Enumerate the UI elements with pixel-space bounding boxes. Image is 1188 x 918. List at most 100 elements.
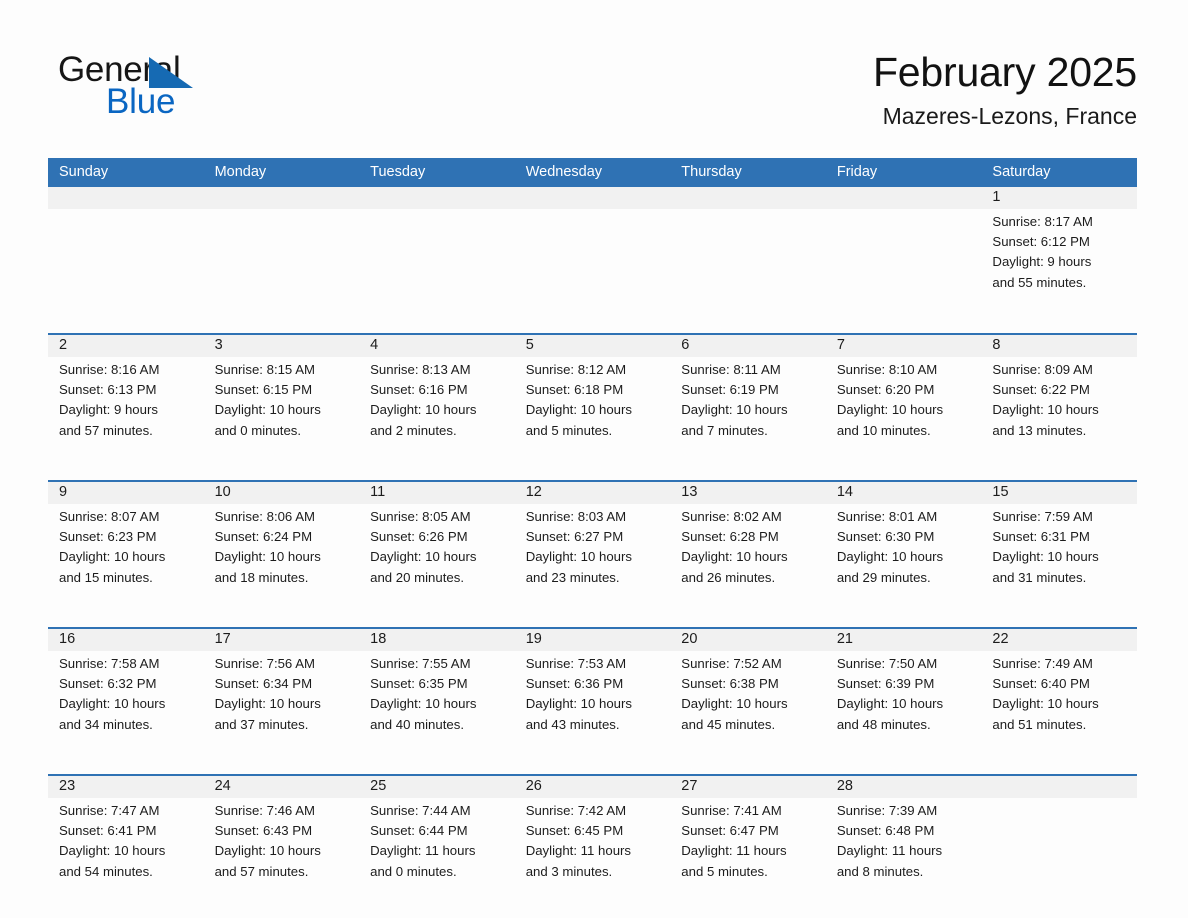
calendar-page: General Blue February 2025 Mazeres-Lezon…	[0, 0, 1188, 918]
calendar-day-cell[interactable]: 3 Sunrise: 8:15 AM Sunset: 6:15 PM Daylight…	[204, 335, 360, 471]
daylight-text-line1: Daylight: 10 hours	[836, 549, 944, 565]
calendar-day-cell[interactable]: 4 Sunrise: 8:13 AM Sunset: 6:16 PM Daylight…	[359, 335, 515, 471]
sunset-text: Sunset: 6:27 PM	[525, 529, 624, 545]
day-sun-info: Sunrise: 8:01 AM Sunset: 6:30 PM Daylight:…	[837, 507, 972, 588]
calendar-day-cell[interactable]: 13 Sunrise: 8:02 AM Sunset: 6:28 PM Dayligh…	[670, 482, 826, 618]
calendar-day-cell[interactable]: 19 Sunrise: 7:53 AM Sunset: 6:36 PM Dayligh…	[515, 629, 671, 765]
day-number: 8	[992, 337, 1001, 353]
calendar-day-cell[interactable]: 10 Sunrise: 8:06 AM Sunset: 6:24 PM Dayligh…	[204, 482, 360, 618]
calendar-day-cell[interactable]: 22 Sunrise: 7:49 AM Sunset: 6:40 PM Dayligh…	[981, 629, 1137, 765]
sunset-text: Sunset: 6:19 PM	[681, 382, 779, 398]
calendar-day-cell[interactable]: 9 Sunrise: 8:07 AM Sunset: 6:23 PM Daylight…	[48, 482, 204, 618]
sunset-text: Sunset: 6:31 PM	[992, 529, 1090, 545]
sunrise-text: Sunrise: 8:10 AM	[836, 362, 938, 377]
calendar-day-cell[interactable]: 16 Sunrise: 7:58 AM Sunset: 6:32 PM Dayligh…	[48, 629, 204, 765]
calendar-day-cell[interactable]: 23 Sunrise: 7:47 AM Sunset: 6:41 PM Dayligh…	[48, 776, 204, 912]
weekday-friday: Friday	[836, 164, 878, 180]
calendar-week-row: 2 Sunrise: 8:16 AM Sunset: 6:13 PM Daylight…	[48, 333, 1137, 471]
day-number: 21	[836, 631, 853, 647]
calendar-day-cell[interactable]: 7 Sunrise: 8:10 AM Sunset: 6:20 PM Daylight…	[826, 335, 982, 471]
daylight-text-line1: Daylight: 10 hours	[370, 402, 477, 418]
sunset-text: Sunset: 6:12 PM	[992, 234, 1090, 250]
daylight-text-line1: Daylight: 10 hours	[214, 696, 321, 712]
sunrise-text: Sunrise: 8:05 AM	[370, 509, 471, 524]
calendar-day-cell[interactable]: 25 Sunrise: 7:44 AM Sunset: 6:44 PM Dayligh…	[359, 776, 515, 912]
day-number: 26	[525, 778, 542, 794]
calendar-day-cell[interactable]: 12 Sunrise: 8:03 AM Sunset: 6:27 PM Dayligh…	[515, 482, 671, 618]
sunrise-text: Sunrise: 8:13 AM	[370, 362, 471, 377]
day-number: 25	[370, 778, 387, 794]
daylight-text-line2: and 29 minutes.	[836, 569, 931, 585]
daylight-text-line1: Daylight: 10 hours	[525, 696, 632, 712]
sunrise-text: Sunrise: 8:11 AM	[681, 362, 781, 377]
calendar-day-cell[interactable]: 24 Sunrise: 7:46 AM Sunset: 6:43 PM Dayligh…	[204, 776, 360, 912]
sunrise-text: Sunrise: 8:16 AM	[59, 362, 160, 377]
calendar-day-cell[interactable]: 28 Sunrise: 7:39 AM Sunset: 6:48 PM Dayligh…	[826, 776, 982, 912]
sunset-text: Sunset: 6:35 PM	[370, 676, 468, 692]
day-sun-info: Sunrise: 8:12 AM Sunset: 6:18 PM Daylight:…	[526, 360, 661, 441]
day-number: 4	[370, 337, 379, 353]
sunset-text: Sunset: 6:40 PM	[992, 676, 1090, 692]
sunrise-text: Sunrise: 7:53 AM	[525, 656, 627, 671]
sunset-text: Sunset: 6:30 PM	[836, 529, 935, 545]
day-sun-info: Sunrise: 7:41 AM Sunset: 6:47 PM Daylight:…	[681, 801, 816, 882]
sunrise-text: Sunrise: 7:46 AM	[214, 803, 315, 818]
calendar-day-cell-empty	[670, 187, 826, 324]
calendar-day-cell[interactable]: 6 Sunrise: 8:11 AM Sunset: 6:19 PM Daylight…	[670, 335, 826, 471]
day-sun-info: Sunrise: 7:53 AM Sunset: 6:36 PM Daylight:…	[526, 654, 661, 735]
calendar-day-cell-empty	[359, 187, 515, 324]
calendar-day-cell[interactable]: 14 Sunrise: 8:01 AM Sunset: 6:30 PM Dayligh…	[826, 482, 982, 618]
sunrise-text: Sunrise: 8:01 AM	[836, 509, 938, 524]
sunrise-text: Sunrise: 7:52 AM	[681, 656, 782, 671]
calendar-day-cell-empty	[981, 776, 1137, 912]
calendar-day-cell[interactable]: 27 Sunrise: 7:41 AM Sunset: 6:47 PM Dayligh…	[670, 776, 826, 912]
calendar-day-grid: 9 Sunrise: 8:07 AM Sunset: 6:23 PM Daylight…	[48, 482, 1137, 618]
sunrise-text: Sunrise: 7:59 AM	[992, 509, 1093, 524]
daylight-text-line2: and 23 minutes.	[525, 569, 620, 585]
calendar-day-cell[interactable]: 18 Sunrise: 7:55 AM Sunset: 6:35 PM Dayligh…	[359, 629, 515, 765]
calendar-day-cell[interactable]: 15 Sunrise: 7:59 AM Sunset: 6:31 PM Dayligh…	[981, 482, 1137, 618]
calendar-day-cell[interactable]: 17 Sunrise: 7:56 AM Sunset: 6:34 PM Dayligh…	[204, 629, 360, 765]
daylight-text-line1: Daylight: 10 hours	[681, 696, 788, 712]
day-number	[370, 187, 505, 209]
calendar-day-cell[interactable]: 20 Sunrise: 7:52 AM Sunset: 6:38 PM Dayligh…	[670, 629, 826, 765]
calendar-day-cell[interactable]: 8 Sunrise: 8:09 AM Sunset: 6:22 PM Daylight…	[981, 335, 1137, 471]
daylight-text-line2: and 8 minutes.	[836, 863, 924, 879]
daylight-text-line1: Daylight: 10 hours	[681, 549, 788, 565]
daylight-text-line2: and 34 minutes.	[59, 716, 153, 732]
calendar-day-cell[interactable]: 26 Sunrise: 7:42 AM Sunset: 6:45 PM Dayligh…	[515, 776, 671, 912]
calendar-week-row: 16 Sunrise: 7:58 AM Sunset: 6:32 PM Dayligh…	[48, 627, 1137, 765]
calendar-day-cell[interactable]: 2 Sunrise: 8:16 AM Sunset: 6:13 PM Daylight…	[48, 335, 204, 471]
sunset-text: Sunset: 6:39 PM	[836, 676, 935, 692]
weekday-saturday: Saturday	[992, 164, 1051, 180]
sunset-text: Sunset: 6:45 PM	[525, 823, 624, 839]
calendar-day-cell[interactable]: 5 Sunrise: 8:12 AM Sunset: 6:18 PM Daylight…	[515, 335, 671, 471]
calendar-day-cell[interactable]: 21 Sunrise: 7:50 AM Sunset: 6:39 PM Dayligh…	[826, 629, 982, 765]
weekday-tuesday: Tuesday	[370, 164, 426, 180]
day-sun-info: Sunrise: 8:10 AM Sunset: 6:20 PM Daylight:…	[837, 360, 972, 441]
weekday-header-row: Sunday Monday Tuesday Wednesday Thursday…	[48, 158, 1137, 187]
day-sun-info: Sunrise: 7:52 AM Sunset: 6:38 PM Daylight:…	[681, 654, 816, 735]
day-sun-info: Sunrise: 8:13 AM Sunset: 6:16 PM Daylight:…	[370, 360, 505, 441]
sunset-text: Sunset: 6:48 PM	[836, 823, 935, 839]
general-blue-logo[interactable]: General Blue	[58, 52, 378, 124]
day-number: 22	[992, 631, 1009, 647]
day-number: 11	[370, 484, 386, 500]
daylight-text-line2: and 5 minutes.	[681, 863, 768, 879]
day-number: 1	[992, 189, 1001, 205]
daylight-text-line1: Daylight: 10 hours	[992, 549, 1099, 565]
sunrise-text: Sunrise: 8:03 AM	[525, 509, 627, 524]
calendar-day-grid: 1 Sunrise: 8:17 AM Sunset: 6:12 PM Daylight…	[48, 187, 1137, 324]
sunset-text: Sunset: 6:18 PM	[525, 382, 624, 398]
daylight-text-line1: Daylight: 11 hours	[525, 843, 632, 859]
calendar-week-row: 23 Sunrise: 7:47 AM Sunset: 6:41 PM Dayligh…	[48, 774, 1137, 912]
daylight-text-line1: Daylight: 9 hours	[992, 254, 1092, 270]
sunset-text: Sunset: 6:36 PM	[525, 676, 624, 692]
daylight-text-line2: and 20 minutes.	[370, 569, 464, 585]
calendar-day-cell[interactable]: 1 Sunrise: 8:17 AM Sunset: 6:12 PM Daylight…	[981, 187, 1137, 324]
sunrise-text: Sunrise: 7:49 AM	[992, 656, 1093, 671]
calendar-day-cell[interactable]: 11 Sunrise: 8:05 AM Sunset: 6:26 PM Dayligh…	[359, 482, 515, 618]
day-number: 12	[525, 484, 542, 500]
sunset-text: Sunset: 6:32 PM	[59, 676, 157, 692]
sunrise-text: Sunrise: 7:44 AM	[370, 803, 471, 818]
